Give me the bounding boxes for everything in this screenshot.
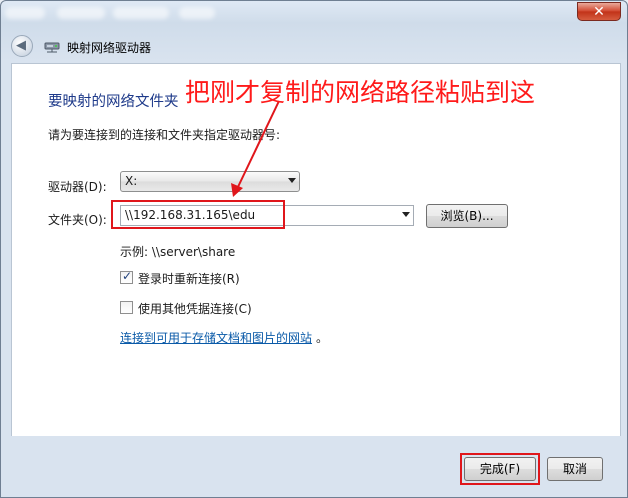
map-network-drive-window: ✕ ◀ 映射网络驱动器 要映射的网络文件夹 请为要连接到的连接和文件夹指定驱动器… [0,0,628,498]
reconnect-label[interactable]: 登录时重新连接(R) [138,270,240,287]
wizard-title: 映射网络驱动器 [67,41,152,55]
other-credentials-checkbox[interactable] [120,301,133,314]
drive-select[interactable]: X: [120,171,300,192]
link-suffix: 。 [316,331,329,345]
title-blur [113,7,169,19]
close-icon: ✕ [593,4,605,20]
finish-button[interactable]: 完成(F) [464,457,536,481]
instruction-text: 请为要连接到的连接和文件夹指定驱动器号: [48,128,281,142]
cancel-button[interactable]: 取消 [547,457,603,481]
title-blur [179,7,215,19]
wizard-footer: 完成(F) 取消 [11,435,619,491]
folder-label: 文件夹(O): [48,213,107,227]
storage-site-link[interactable]: 连接到可用于存储文档和图片的网站 [120,329,312,346]
back-button[interactable]: ◀ [11,35,33,57]
network-drive-icon [44,42,60,53]
chevron-down-icon [402,212,410,217]
title-blur [5,7,45,19]
wizard-content: 要映射的网络文件夹 请为要连接到的连接和文件夹指定驱动器号: 驱动器(D): X… [11,63,621,436]
title-blur [57,7,105,19]
wizard-nav-bar: ◀ 映射网络驱动器 [1,27,627,63]
annotation-highlight-folder [111,200,285,229]
browse-button[interactable]: 浏览(B)... [426,204,508,228]
drive-select-value: X: [125,174,138,188]
reconnect-checkbox[interactable] [120,269,133,284]
title-bar[interactable]: ✕ [1,1,627,25]
drive-label: 驱动器(D): [48,180,107,194]
back-arrow-icon: ◀ [16,38,26,53]
other-credentials-label[interactable]: 使用其他凭据连接(C) [138,300,252,317]
annotation-text: 把刚才复制的网络路径粘贴到这 [185,78,536,107]
chevron-down-icon [288,178,296,183]
storage-site-link-text: 连接到可用于存储文档和图片的网站 [120,331,313,345]
example-text: 示例: \\server\share [120,245,236,259]
page-heading: 要映射的网络文件夹 [48,94,179,110]
close-button[interactable]: ✕ [577,2,621,21]
